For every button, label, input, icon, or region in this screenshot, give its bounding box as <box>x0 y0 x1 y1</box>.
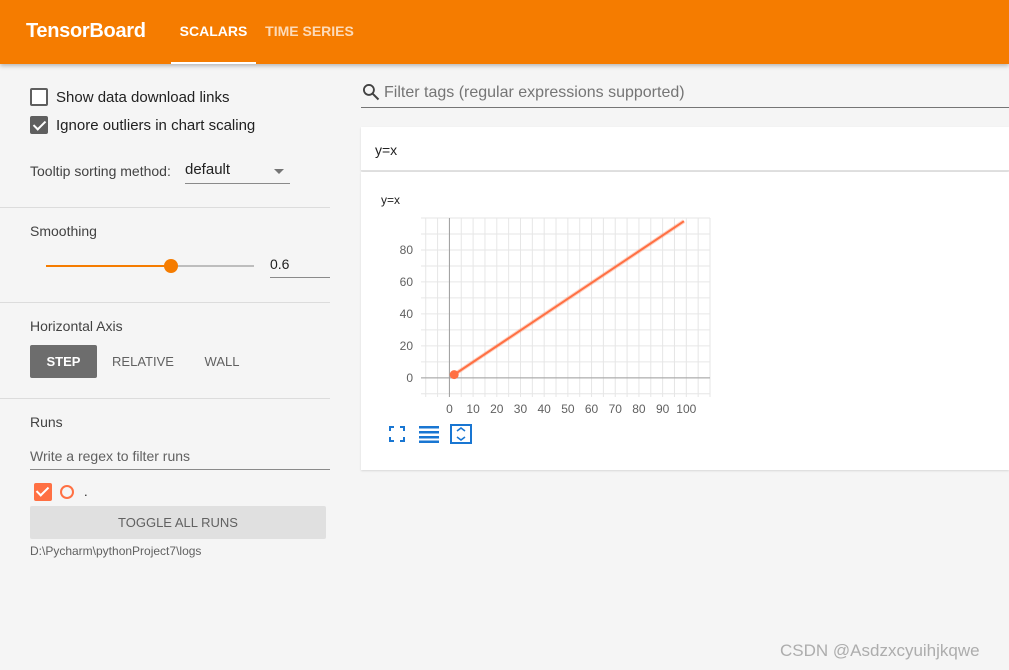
smoothing-title: Smoothing <box>30 223 97 239</box>
toggle-all-runs-button[interactable]: TOGGLE ALL RUNS <box>30 506 326 539</box>
tag-filter-placeholder: Filter tags (regular expressions support… <box>384 84 685 101</box>
x-tick-label: 0 <box>446 402 453 416</box>
x-tick-label: 40 <box>538 402 552 416</box>
toggle-log-scale-icon[interactable] <box>419 425 439 443</box>
run-name: . <box>84 484 88 499</box>
sidebar: Show data download links Ignore outliers… <box>0 64 344 670</box>
y-tick-label: 0 <box>406 371 413 385</box>
x-tick-label: 90 <box>656 402 670 416</box>
x-tick-label: 80 <box>632 402 646 416</box>
ignore-outliers-label: Ignore outliers in chart scaling <box>56 116 256 134</box>
x-tick-label: 20 <box>490 402 504 416</box>
y-tick-label: 40 <box>400 307 414 321</box>
axis-wall-button[interactable]: WALL <box>192 345 252 378</box>
scalar-chart-card: y=x 0 10 20 30 40 50 60 70 80 90 100 0 20 40 60 80 <box>361 172 1009 470</box>
run-checkbox[interactable] <box>34 483 52 501</box>
divider <box>0 302 330 303</box>
top-app-bar: TensorBoard SCALARS TIME SERIES <box>0 0 1009 64</box>
checkbox-checked-icon[interactable] <box>30 116 48 134</box>
tooltip-sorting-label: Tooltip sorting method: <box>30 163 171 179</box>
runs-filter-placeholder: Write a regex to filter runs <box>30 448 191 464</box>
tab-time-series[interactable]: TIME SERIES <box>262 0 357 64</box>
tooltip-sorting-select[interactable]: default <box>185 158 290 184</box>
fit-domain-icon[interactable] <box>450 424 472 444</box>
run-color-circle-icon[interactable] <box>60 485 74 499</box>
show-download-links-checkbox[interactable]: Show data download links <box>30 88 229 106</box>
runs-title: Runs <box>30 414 63 430</box>
dropdown-caret-icon <box>274 169 284 174</box>
smoothing-slider[interactable] <box>46 259 254 273</box>
x-tick-label: 60 <box>585 402 599 416</box>
smoothing-slider-fill <box>46 265 171 267</box>
tag-filter-input[interactable]: Filter tags (regular expressions support… <box>361 78 1009 108</box>
x-tick-label: 70 <box>609 402 623 416</box>
search-icon <box>363 84 380 101</box>
horizontal-axis-title: Horizontal Axis <box>30 318 123 334</box>
ignore-outliers-checkbox[interactable]: Ignore outliers in chart scaling <box>30 116 255 134</box>
x-tick-label: 30 <box>514 402 528 416</box>
axis-relative-button[interactable]: RELATIVE <box>106 345 180 378</box>
axis-step-button[interactable]: STEP <box>30 345 97 378</box>
runs-filter-input[interactable]: Write a regex to filter runs <box>30 443 330 470</box>
tooltip-sorting-value: default <box>185 161 231 178</box>
checkbox-unchecked-icon[interactable] <box>30 88 48 106</box>
logdir-path: D:\Pycharm\pythonProject7\logs <box>30 544 202 558</box>
line-chart[interactable]: 0 10 20 30 40 50 60 70 80 90 100 0 20 40 60 80 <box>361 172 761 432</box>
tab-scalars[interactable]: SCALARS <box>171 0 256 64</box>
watermark: CSDN @Asdzxcyuihjkqwe <box>780 641 980 660</box>
x-tick-label: 50 <box>561 402 575 416</box>
smoothing-input[interactable]: 0.6 <box>270 254 330 278</box>
divider <box>0 207 330 208</box>
fullscreen-icon[interactable] <box>389 426 405 442</box>
y-tick-label: 60 <box>400 275 414 289</box>
show-download-links-label: Show data download links <box>56 88 230 106</box>
series-point <box>449 370 459 380</box>
divider <box>0 398 330 399</box>
x-tick-label: 10 <box>466 402 480 416</box>
y-tick-label: 20 <box>400 339 414 353</box>
x-tick-label: 100 <box>676 402 696 416</box>
y-tick-label: 80 <box>400 243 414 257</box>
app-title: TensorBoard <box>26 20 146 42</box>
tag-group-header[interactable]: y=x <box>361 127 1009 171</box>
smoothing-slider-knob[interactable] <box>163 259 178 273</box>
